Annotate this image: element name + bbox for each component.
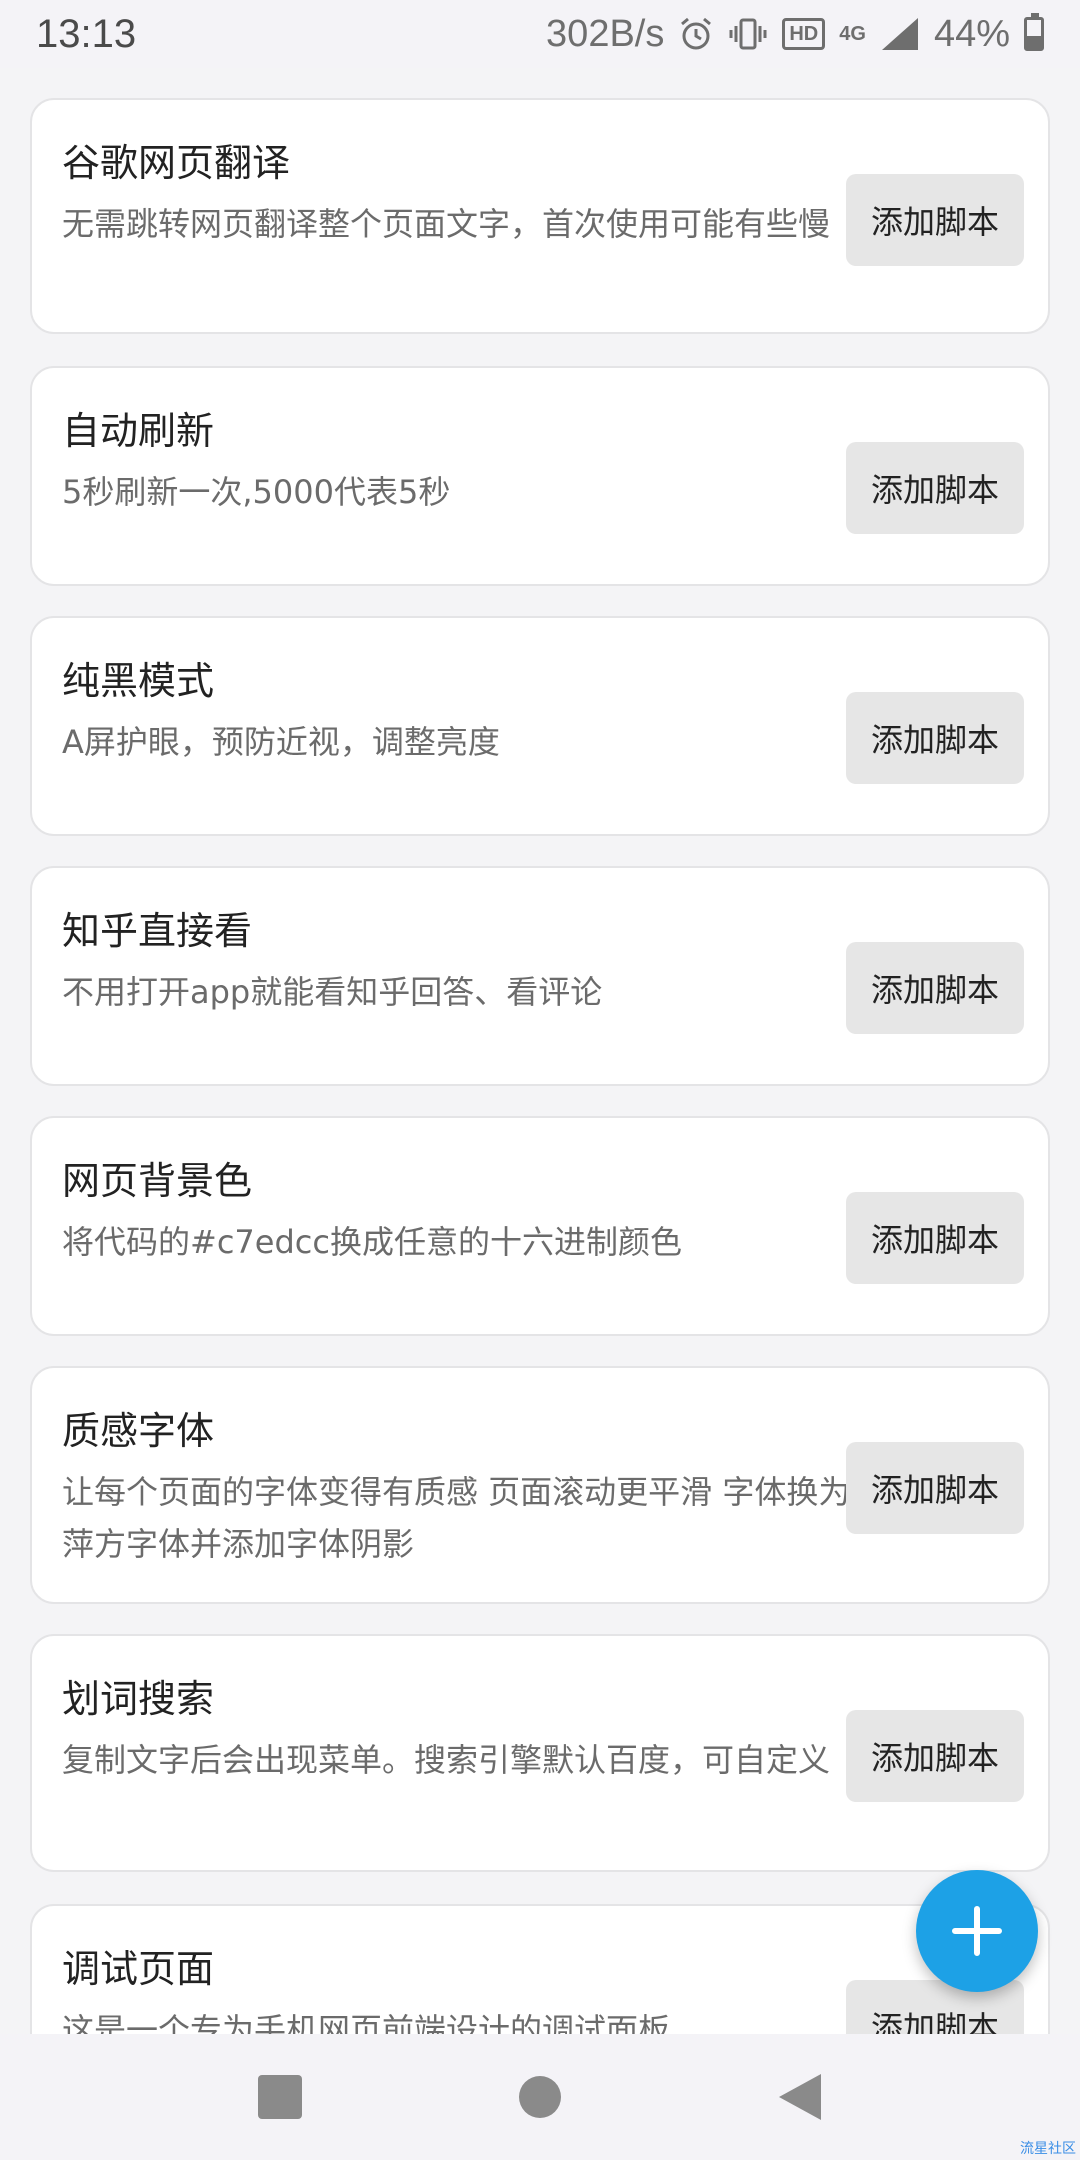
add-script-button[interactable]: 添加脚本 (846, 942, 1024, 1034)
network-type-icon: 4G (839, 24, 866, 44)
recents-button[interactable] (230, 2047, 330, 2147)
add-script-button[interactable]: 添加脚本 (846, 174, 1024, 266)
add-script-button[interactable]: 添加脚本 (846, 1192, 1024, 1284)
script-card: 网页背景色 将代码的#c7edcc换成任意的十六进制颜色 添加脚本 (30, 1116, 1050, 1336)
status-time: 13:13 (36, 11, 137, 56)
script-title: 调试页面 (62, 1947, 215, 1991)
status-icons: 302B/s HD 4G 44% (546, 13, 1044, 56)
script-desc: 这是一个专为手机网页前端设计的调试面板 (62, 2011, 671, 2034)
script-desc: 不用打开app就能看知乎回答、看评论 (62, 973, 603, 1011)
script-desc: A屏护眼，预防近视，调整亮度 (62, 723, 500, 761)
script-title: 划词搜索 (62, 1677, 215, 1721)
script-desc: 5秒刷新一次,5000代表5秒 (62, 473, 451, 511)
vibrate-icon (728, 16, 768, 52)
back-button[interactable] (750, 2047, 850, 2147)
script-card: 质感字体 让每个页面的字体变得有质感 页面滚动更平滑 字体换为萍方字体并添加字体… (30, 1366, 1050, 1604)
script-card: 知乎直接看 不用打开app就能看知乎回答、看评论 添加脚本 (30, 866, 1050, 1086)
add-script-button[interactable]: 添加脚本 (846, 442, 1024, 534)
script-card: 自动刷新 5秒刷新一次,5000代表5秒 添加脚本 (30, 366, 1050, 586)
script-desc: 将代码的#c7edcc换成任意的十六进制颜色 (62, 1223, 682, 1261)
net-speed: 302B/s (546, 12, 665, 55)
script-card: 纯黑模式 A屏护眼，预防近视，调整亮度 添加脚本 (30, 616, 1050, 836)
script-title: 网页背景色 (62, 1159, 253, 1203)
script-desc: 无需跳转网页翻译整个页面文字，首次使用可能有些慢 (62, 205, 831, 243)
script-title: 纯黑模式 (62, 659, 215, 703)
script-title: 知乎直接看 (62, 909, 253, 953)
add-script-button[interactable]: 添加脚本 (846, 1710, 1024, 1802)
status-bar: 13:13 302B/s HD 4G 44% (0, 0, 1080, 68)
script-card: 谷歌网页翻译 无需跳转网页翻译整个页面文字，首次使用可能有些慢 添加脚本 (30, 98, 1050, 334)
network-type-label: 4G (839, 23, 866, 45)
add-script-button[interactable]: 添加脚本 (846, 1442, 1024, 1534)
add-fab-button[interactable] (916, 1870, 1038, 1992)
script-desc: 复制文字后会出现菜单。搜索引擎默认百度，可自定义 (62, 1741, 831, 1779)
home-circle-icon (519, 2076, 561, 2118)
signal-icon (880, 16, 920, 52)
battery-icon (1024, 13, 1044, 51)
script-desc: 让每个页面的字体变得有质感 页面滚动更平滑 字体换为萍方字体并添加字体阴影 (62, 1473, 851, 1563)
back-triangle-icon (779, 2074, 821, 2120)
script-card: 调试页面 这是一个专为手机网页前端设计的调试面板 添加脚本 (30, 1904, 1050, 2034)
script-title: 谷歌网页翻译 (62, 141, 291, 185)
script-title: 自动刷新 (62, 409, 215, 453)
alarm-icon (678, 16, 714, 52)
home-button[interactable] (490, 2047, 590, 2147)
script-title: 质感字体 (62, 1409, 215, 1453)
plus-icon (952, 1906, 1002, 1956)
hd-icon: HD (782, 18, 826, 50)
battery-fill (1027, 35, 1041, 48)
recents-square-icon (258, 2075, 302, 2119)
script-card: 划词搜索 复制文字后会出现菜单。搜索引擎默认百度，可自定义 添加脚本 (30, 1634, 1050, 1872)
add-script-button[interactable]: 添加脚本 (846, 692, 1024, 784)
script-list[interactable]: 谷歌网页翻译 无需跳转网页翻译整个页面文字，首次使用可能有些慢 添加脚本 自动刷… (0, 68, 1080, 2034)
battery-percent: 44% (933, 12, 1010, 55)
watermark-text: 流星社区 (1020, 2141, 1076, 2157)
navigation-bar: 流星社区 (0, 2034, 1080, 2160)
